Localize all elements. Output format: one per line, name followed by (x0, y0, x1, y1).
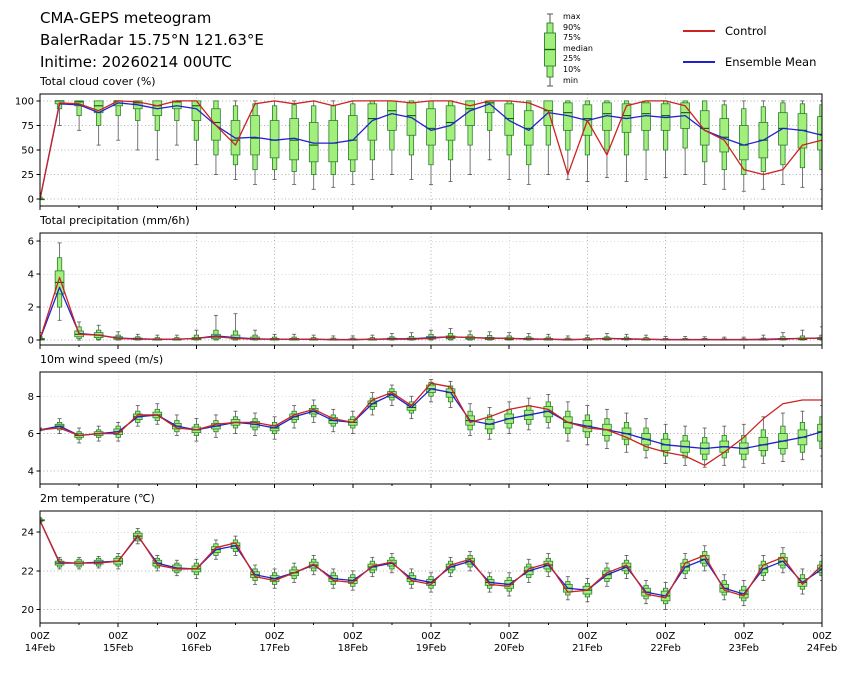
svg-text:14Feb: 14Feb (25, 643, 55, 654)
legend-ensemble-label: Ensemble Mean (725, 55, 816, 69)
svg-text:20: 20 (21, 605, 34, 616)
precipitation-title: Total precipitation (mm/6h) (0, 213, 841, 228)
panels-container: Total cloud cover (%) 0 25 50 75 100 Total p… (0, 74, 841, 656)
legend-ensemble-row: Ensemble Mean (683, 53, 816, 71)
svg-text:100: 100 (15, 96, 34, 107)
station-location: BalerRadar 15.75°N 121.63°E (40, 30, 264, 52)
svg-text:00Z: 00Z (343, 631, 363, 642)
svg-text:20Feb: 20Feb (494, 643, 524, 654)
svg-text:24Feb: 24Feb (807, 643, 837, 654)
svg-text:8: 8 (28, 392, 34, 403)
cloud-cover-title: Total cloud cover (%) (0, 74, 841, 89)
control-line-swatch (683, 30, 715, 32)
svg-text:2: 2 (28, 303, 34, 314)
svg-text:0: 0 (28, 195, 34, 206)
svg-text:21Feb: 21Feb (572, 643, 602, 654)
svg-text:0: 0 (28, 336, 34, 347)
cloud-cover-plot: 0 25 50 75 100 (0, 89, 841, 213)
precipitation-plot: 0 2 4 6 (0, 228, 841, 352)
svg-text:4: 4 (28, 270, 34, 281)
legend-control-row: Control (683, 22, 816, 40)
legend-box-label-median: median (563, 44, 593, 55)
legend-box-label-90: 90% (563, 23, 593, 34)
svg-text:00Z: 00Z (656, 631, 676, 642)
svg-text:23Feb: 23Feb (729, 643, 759, 654)
header: CMA-GEPS meteogram BalerRadar 15.75°N 12… (40, 8, 264, 73)
svg-text:6: 6 (28, 237, 34, 248)
meteogram-page: CMA-GEPS meteogram BalerRadar 15.75°N 12… (0, 0, 841, 680)
svg-text:50: 50 (21, 146, 34, 157)
svg-text:00Z: 00Z (578, 631, 598, 642)
svg-text:25: 25 (21, 170, 34, 181)
svg-text:17Feb: 17Feb (259, 643, 289, 654)
svg-text:00Z: 00Z (187, 631, 207, 642)
svg-text:24: 24 (21, 528, 34, 539)
temperature-plot: 20222400Z14Feb00Z15Feb00Z16Feb00Z17Feb00… (0, 506, 841, 656)
temperature-title: 2m temperature (℃) (0, 491, 841, 506)
wind-speed-plot: 4 6 8 (0, 367, 841, 491)
chart-title: CMA-GEPS meteogram (40, 8, 264, 30)
legend-control-label: Control (725, 24, 767, 38)
svg-text:00Z: 00Z (30, 631, 50, 642)
svg-text:00Z: 00Z (421, 631, 441, 642)
svg-text:00Z: 00Z (734, 631, 754, 642)
panel-total-precipitation: Total precipitation (mm/6h) 0 2 4 6 (0, 213, 841, 352)
legend-box-label-75: 75% (563, 33, 593, 44)
svg-text:75: 75 (21, 121, 34, 132)
ensemble-line-swatch (683, 61, 715, 63)
svg-text:6: 6 (28, 429, 34, 440)
panel-wind-speed: 10m wind speed (m/s) 4 6 8 (0, 352, 841, 491)
svg-text:22: 22 (21, 566, 34, 577)
svg-text:22Feb: 22Feb (650, 643, 680, 654)
svg-text:00Z: 00Z (265, 631, 285, 642)
legend-box-label-max: max (563, 12, 593, 23)
svg-text:15Feb: 15Feb (103, 643, 133, 654)
legend-box-label-25: 25% (563, 54, 593, 65)
svg-text:4: 4 (28, 466, 34, 477)
svg-text:00Z: 00Z (812, 631, 832, 642)
svg-text:00Z: 00Z (108, 631, 128, 642)
svg-text:16Feb: 16Feb (181, 643, 211, 654)
svg-text:18Feb: 18Feb (338, 643, 368, 654)
svg-text:00Z: 00Z (499, 631, 519, 642)
panel-temperature: 2m temperature (℃) 20222400Z14Feb00Z15Fe… (0, 491, 841, 656)
panel-total-cloud-cover: Total cloud cover (%) 0 25 50 75 100 (0, 74, 841, 213)
svg-text:19Feb: 19Feb (416, 643, 446, 654)
wind-speed-title: 10m wind speed (m/s) (0, 352, 841, 367)
init-time: Initime: 20260214 00UTC (40, 52, 264, 74)
